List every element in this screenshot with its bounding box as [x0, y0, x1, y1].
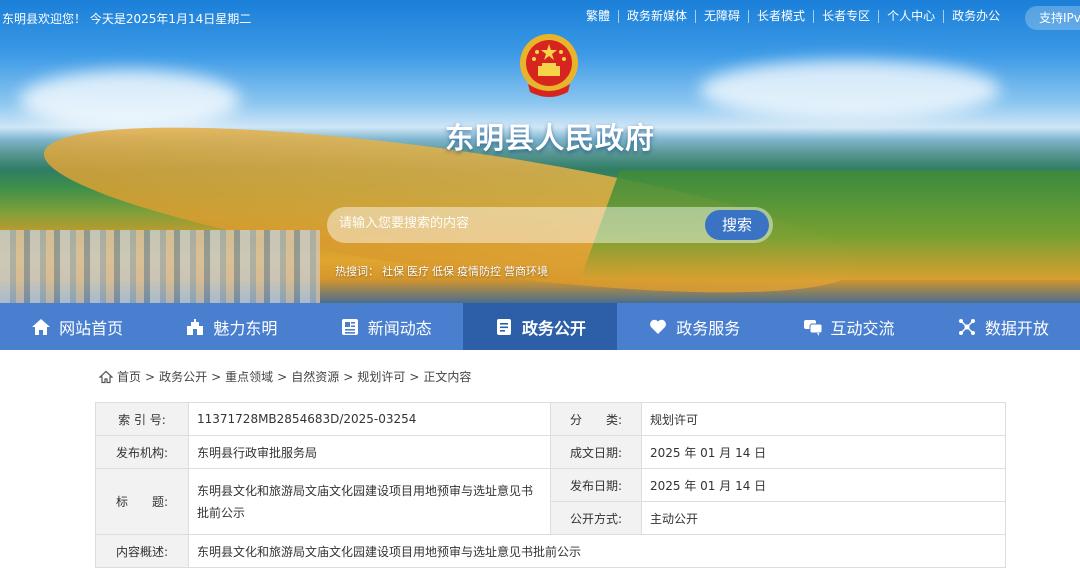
- top-bar: 东明县欢迎您！ 今天是2025年1月14日星期二 繁體 政务新媒体 无障碍 长者…: [0, 0, 1080, 34]
- nav-item-interaction[interactable]: 互动交流: [771, 303, 925, 350]
- link-elder-mode[interactable]: 长者模式: [748, 10, 813, 23]
- disclosure-label: 公开方式:: [550, 501, 642, 535]
- nav-item-label: 政务公开: [521, 318, 586, 338]
- table-row: 索 引 号: 11371728MB2854683D/2025-03254 分 类…: [95, 402, 1006, 436]
- nav-item-home[interactable]: 网站首页: [0, 303, 154, 350]
- search-button[interactable]: 搜索: [705, 210, 769, 240]
- banner-cloud: [700, 60, 1000, 120]
- link-gov-office[interactable]: 政务办公: [943, 10, 1008, 23]
- search-input[interactable]: [337, 215, 701, 232]
- link-new-media[interactable]: 政务新媒体: [618, 10, 695, 23]
- nav-item-label: 数据开放: [984, 318, 1049, 338]
- disclosure-value: 主动公开: [641, 501, 1006, 535]
- hot-word[interactable]: 疫情防控: [457, 265, 501, 278]
- heart-icon: [650, 319, 667, 334]
- nav-item-charm[interactable]: 魅力东明: [154, 303, 308, 350]
- hot-words-label: 热搜词：: [335, 265, 379, 278]
- title-value: 东明县文化和旅游局文庙文化园建设项目用地预审与选址意见书批前公示: [188, 468, 551, 535]
- document-icon: [496, 318, 511, 335]
- breadcrumb-item: 正文内容: [423, 370, 472, 384]
- news-icon: [341, 318, 358, 335]
- link-traditional[interactable]: 繁體: [586, 10, 618, 23]
- link-accessibility[interactable]: 无障碍: [695, 10, 748, 23]
- table-row: 内容概述: 东明县文化和旅游局文庙文化园建设项目用地预审与选址意见书批前公示: [95, 534, 1006, 568]
- summary-value: 东明县文化和旅游局文庙文化园建设项目用地预审与选址意见书批前公示: [188, 534, 1006, 568]
- table-row: 发布机构: 东明县行政审批服务局 成文日期: 2025 年 01 月 14 日: [95, 435, 1006, 469]
- nav-item-label: 网站首页: [59, 318, 124, 338]
- breadcrumb-separator: >: [409, 369, 420, 384]
- document-meta-table: 索 引 号: 11371728MB2854683D/2025-03254 分 类…: [95, 402, 1006, 568]
- link-elder-zone[interactable]: 长者专区: [813, 10, 878, 23]
- category-value: 规划许可: [641, 402, 1006, 436]
- nav-item-label: 政务服务: [676, 318, 741, 338]
- summary-label: 内容概述:: [95, 534, 189, 568]
- hot-word[interactable]: 营商环境: [504, 265, 548, 278]
- title-label: 标 题:: [95, 468, 189, 535]
- nav-item-gov-open[interactable]: 政务公开: [462, 303, 618, 350]
- top-links: 繁體 政务新媒体 无障碍 长者模式 长者专区 个人中心 政务办公: [586, 10, 1008, 23]
- nav-item-label: 互动交流: [830, 318, 895, 338]
- publisher-label: 发布机构:: [95, 435, 189, 469]
- published-date-label: 发布日期:: [550, 468, 642, 502]
- building-icon: [187, 318, 204, 335]
- breadcrumb-item[interactable]: 自然资源: [291, 368, 339, 385]
- publisher-value: 东明县行政审批服务局: [188, 435, 551, 469]
- breadcrumb: 首页 > 政务公开 > 重点领域 > 自然资源 > 规划许可 > 正文内容: [99, 368, 471, 385]
- breadcrumb-separator: >: [211, 369, 222, 384]
- site-title: 东明县人民政府: [444, 121, 655, 155]
- breadcrumb-item[interactable]: 规划许可: [357, 368, 405, 385]
- created-date-label: 成文日期:: [550, 435, 642, 469]
- nav-item-label: 魅力东明: [213, 318, 278, 338]
- breadcrumb-item[interactable]: 政务公开: [159, 368, 207, 385]
- category-label: 分 类:: [550, 402, 642, 436]
- hot-words: 热搜词： 社保 医疗 低保 疫情防控 营商环境: [335, 263, 551, 279]
- chat-icon: [803, 319, 823, 336]
- hot-word[interactable]: 社保: [382, 265, 404, 278]
- link-personal-center[interactable]: 个人中心: [878, 10, 943, 23]
- hot-word[interactable]: 医疗: [407, 265, 429, 278]
- hot-word[interactable]: 低保: [432, 265, 454, 278]
- ipv6-badge: 支持IPv6: [1025, 6, 1080, 30]
- search-box: 搜索: [327, 207, 773, 243]
- table-row: 标 题: 东明县文化和旅游局文庙文化园建设项目用地预审与选址意见书批前公示 发布…: [95, 468, 1006, 535]
- created-date-value: 2025 年 01 月 14 日: [641, 435, 1006, 469]
- nav-item-news[interactable]: 新闻动态: [309, 303, 463, 350]
- breadcrumb-item[interactable]: 重点领域: [225, 368, 273, 385]
- nav-item-label: 新闻动态: [367, 318, 432, 338]
- nav-item-open-data[interactable]: 数据开放: [926, 303, 1080, 350]
- breadcrumb-item[interactable]: 首页: [117, 368, 141, 385]
- home-icon: [32, 318, 51, 335]
- main-nav: 网站首页 魅力东明 新闻动态 政务公开 政务服务 互动交流 数据开放: [0, 303, 1080, 350]
- index-value: 11371728MB2854683D/2025-03254: [188, 402, 551, 436]
- breadcrumb-separator: >: [277, 369, 288, 384]
- nav-item-gov-service[interactable]: 政务服务: [617, 303, 771, 350]
- data-icon: [958, 318, 975, 335]
- banner-city: [0, 230, 320, 303]
- breadcrumb-separator: >: [145, 369, 156, 384]
- header-banner: 东明县欢迎您！ 今天是2025年1月14日星期二 繁體 政务新媒体 无障碍 长者…: [0, 0, 1080, 303]
- index-label: 索 引 号:: [95, 402, 189, 436]
- breadcrumb-separator: >: [343, 369, 354, 384]
- published-date-value: 2025 年 01 月 14 日: [641, 468, 1006, 502]
- welcome-text: 东明县欢迎您！ 今天是2025年1月14日星期二: [2, 12, 252, 26]
- home-icon: [99, 370, 113, 383]
- national-emblem-icon: [520, 34, 578, 97]
